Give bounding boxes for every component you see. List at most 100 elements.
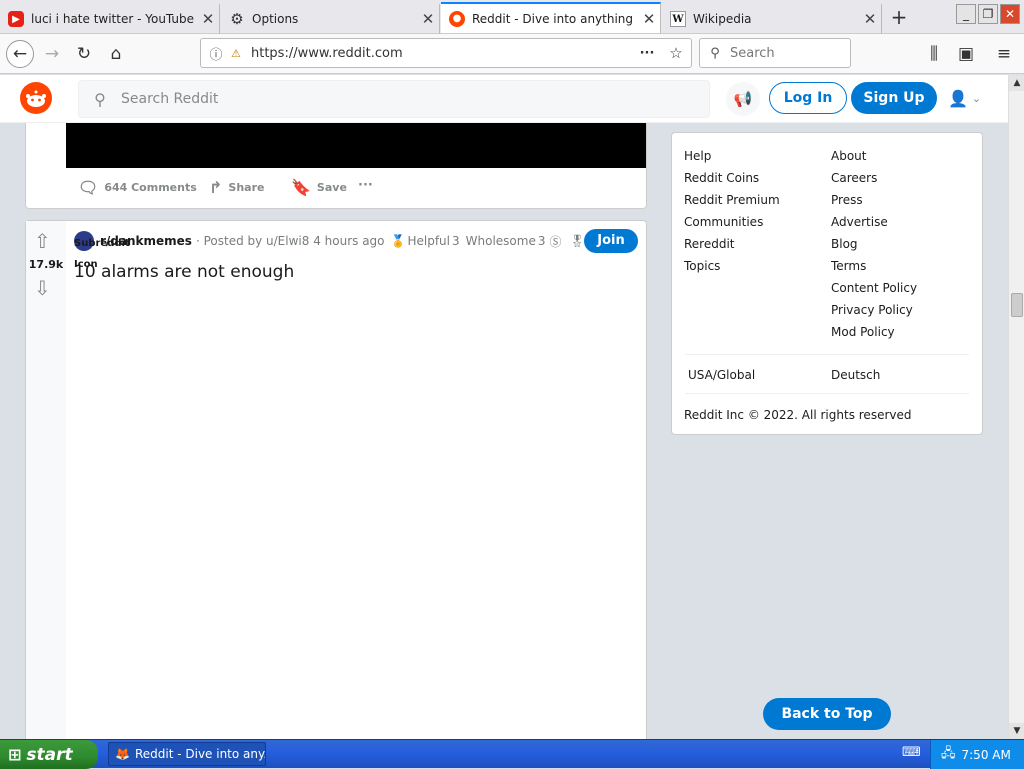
forward-button[interactable]: → [38,40,66,68]
copyright-text: Reddit Inc © 2022. All rights reserved [684,408,912,422]
close-tab-icon[interactable]: ✕ [417,10,439,28]
footer-link-mod-policy[interactable]: Mod Policy [831,325,895,339]
new-tab-button[interactable]: + [886,6,912,28]
search-placeholder: Search [730,45,775,61]
windows-flag-icon: ⊞ [8,745,22,764]
share-icon: ↱ [209,178,223,197]
footer-link-topics[interactable]: Topics [684,259,720,273]
award-label: Helpful [407,234,450,248]
post-media[interactable] [66,123,646,168]
tab-title: luci i hate twitter - YouTube [31,12,195,26]
footer-link-content-policy[interactable]: Content Policy [831,281,917,295]
restore-button[interactable]: ❐ [978,4,998,24]
search-placeholder: Search Reddit [121,91,219,107]
tab-wikipedia[interactable]: W Wikipedia ✕ [662,4,882,34]
close-tab-icon[interactable]: ✕ [638,10,660,28]
footer-link-help[interactable]: Help [684,149,711,163]
sidebar-toggle-icon[interactable]: ▣ [952,40,980,68]
insecure-lock-icon[interactable]: ⚠ [231,47,245,60]
award-helpful[interactable]: 🏅 Helpful 3 [391,234,460,248]
login-button[interactable]: Log In [769,82,847,114]
upvote-icon[interactable]: ⇧ [34,229,51,253]
firefox-icon: 🦊 [115,747,130,761]
share-label: Share [228,181,265,194]
join-button[interactable]: Join [584,229,638,253]
reddit-search-input[interactable]: ⚲ Search Reddit [78,80,710,118]
close-tab-icon[interactable]: ✕ [197,10,219,28]
scroll-down-arrow-icon[interactable]: ▼ [1009,723,1024,739]
language-deutsch[interactable]: Deutsch [831,368,880,382]
footer-link-terms[interactable]: Terms [831,259,866,273]
award-wholesome[interactable]: Wholesome 3 Ⓢ 🎖 [466,233,587,250]
back-button[interactable]: ← [6,40,34,68]
browser-search-input[interactable]: ⚲ Search [699,38,851,68]
page-scrollbar[interactable]: ▲ ▼ [1008,75,1024,739]
keyboard-icon[interactable]: ⌨ [902,745,921,760]
footer-link-rereddit[interactable]: Rereddit [684,237,735,251]
comments-button[interactable]: 🗨 644 Comments [78,178,197,197]
tab-title: Reddit - Dive into anything [472,11,634,26]
browser-tab-bar: ▶ luci i hate twitter - YouTube ✕ ⚙ Opti… [0,0,1024,34]
save-button[interactable]: 🔖 Save [291,178,347,197]
footer-link-reddit-premium[interactable]: Reddit Premium [684,193,780,207]
vote-column: ⇧ 17.9k ⇩ [26,221,66,741]
search-icon: ⚲ [94,89,106,109]
system-tray: 🖧 7:50 AM [930,740,1024,769]
post-title[interactable]: 10 alarms are not enough [74,262,294,282]
downvote-icon[interactable]: ⇩ [34,276,51,300]
tab-reddit[interactable]: ● Reddit - Dive into anything ✕ [441,2,661,33]
award-count: 3 [452,234,460,248]
scroll-up-arrow-icon[interactable]: ▲ [1009,75,1024,91]
close-tab-icon[interactable]: ✕ [859,10,881,28]
divider [685,393,969,394]
info-icon[interactable]: ⓘ [201,44,231,63]
more-label: ··· [358,178,373,193]
footer-link-privacy-policy[interactable]: Privacy Policy [831,303,913,317]
footer-link-about[interactable]: About [831,149,866,163]
reddit-header: ⚲ Search Reddit 📢 Log In Sign Up 👤 ⌄ [0,75,1008,123]
youtube-icon: ▶ [8,11,24,27]
advertise-megaphone-icon[interactable]: 📢 [726,82,760,116]
footer-link-careers[interactable]: Careers [831,171,877,185]
subreddit-link[interactable]: r/dankmemes [100,234,192,248]
divider [685,354,969,355]
footer-link-press[interactable]: Press [831,193,863,207]
more-options-button[interactable]: ··· [358,178,373,193]
clock[interactable]: 7:50 AM [962,748,1011,762]
search-icon: ⚲ [710,45,720,61]
footer-link-communities[interactable]: Communities [684,215,763,229]
reddit-logo-icon[interactable] [20,82,52,114]
tab-youtube[interactable]: ▶ luci i hate twitter - YouTube ✕ [0,4,220,34]
reddit-icon: ● [449,10,465,27]
bookmark-icon: 🔖 [291,178,311,197]
share-button[interactable]: ↱ Share [209,178,264,197]
home-button[interactable]: ⌂ [102,40,130,68]
signup-button[interactable]: Sign Up [851,82,937,114]
post-card: 🗨 644 Comments ↱ Share 🔖 Save ··· [25,123,647,209]
footer-link-blog[interactable]: Blog [831,237,858,251]
reload-button[interactable]: ↻ [70,40,98,68]
posted-by[interactable]: · Posted by u/Elwi8 4 hours ago [196,234,385,248]
minimize-button[interactable]: _ [956,4,976,24]
footer-link-reddit-coins[interactable]: Reddit Coins [684,171,759,185]
network-icon[interactable]: 🖧 [941,744,956,766]
url-text[interactable]: https://www.reddit.com [245,46,633,61]
language-usa-global[interactable]: USA/Global [688,368,755,382]
tab-title: Options [252,12,299,26]
menu-icon[interactable]: ≡ [990,40,1018,68]
tab-options[interactable]: ⚙ Options ✕ [221,4,440,34]
footer-link-advertise[interactable]: Advertise [831,215,888,229]
comments-label: 644 Comments [104,181,197,194]
page-actions-icon[interactable]: ··· [633,46,661,61]
user-menu[interactable]: 👤 ⌄ [948,85,988,111]
award-label: Wholesome [465,234,536,248]
library-icon[interactable]: ⫼ [920,40,948,68]
window-close-button[interactable]: ✕ [1000,4,1020,24]
scrollbar-thumb[interactable] [1011,293,1023,317]
taskbar-item-firefox[interactable]: 🦊 Reddit - Dive into any... [108,742,266,766]
bookmark-star-icon[interactable]: ☆ [661,44,691,62]
start-button[interactable]: ⊞ start [0,740,98,769]
url-bar[interactable]: ⓘ ⚠ https://www.reddit.com ··· ☆ [200,38,692,68]
post-meta: r/dankmemes · Posted by u/Elwi8 4 hours … [100,231,587,251]
back-to-top-button[interactable]: Back to Top [763,698,891,730]
